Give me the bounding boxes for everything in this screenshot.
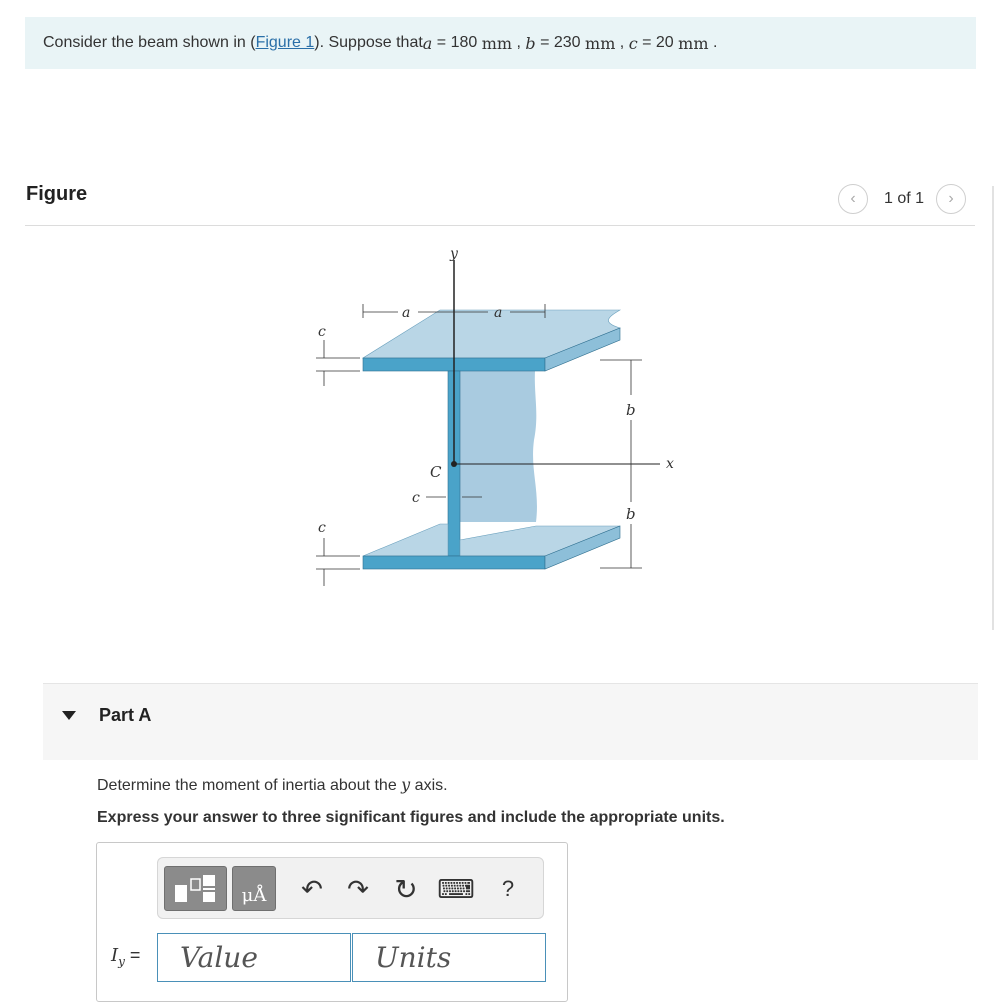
bottom-flange-surface: [362, 523, 449, 557]
value-placeholder: Value: [180, 941, 258, 974]
figure-divider: [25, 225, 975, 226]
var-c: c: [628, 33, 638, 53]
instruction-text: Express your answer to three significant…: [97, 809, 725, 826]
collapse-triangle-icon[interactable]: [62, 711, 76, 720]
units-input[interactable]: Units: [352, 933, 546, 982]
templates-icon: [175, 875, 215, 902]
reset-icon: ↻: [394, 873, 418, 905]
beam-diagram: y x C a a c c c b b: [316, 246, 674, 586]
question-var: y: [401, 775, 411, 794]
figure-link[interactable]: Figure 1: [256, 34, 315, 52]
redo-button[interactable]: ↷: [342, 873, 374, 905]
c-value: = 20: [637, 34, 679, 51]
templates-button[interactable]: [164, 866, 227, 911]
a-unit: mm: [481, 33, 513, 53]
var-sub-y: y: [118, 954, 125, 969]
figure-pager: ‹ 1 of 1 ›: [838, 183, 978, 215]
keyboard-button[interactable]: ⌨: [437, 873, 475, 905]
var-b: b: [525, 33, 536, 53]
equals-sign: =: [124, 945, 141, 965]
intro-middle: ). Suppose that: [314, 34, 423, 51]
figure-page-count: 1 of 1: [884, 190, 925, 207]
dim-c-web: c: [412, 490, 420, 506]
question-end: axis.: [410, 777, 448, 794]
problem-statement: Consider the beam shown in ( Figure 1 ).…: [25, 17, 976, 69]
a-value: = 180: [432, 34, 482, 51]
answer-variable-label: Iy =: [111, 945, 140, 969]
dim-a-left: a: [402, 305, 410, 321]
intro-prefix: Consider the beam shown in (: [43, 34, 256, 51]
redo-icon: ↷: [347, 873, 369, 904]
undo-icon: ↶: [301, 873, 323, 904]
help-icon: ?: [501, 876, 515, 901]
prev-figure-button[interactable]: ‹: [838, 184, 868, 214]
units-icon: μÅ: [241, 885, 267, 906]
math-toolbar: μÅ ↶ ↷ ↻ ⌨ ?: [157, 857, 544, 919]
intro-end: .: [708, 34, 718, 51]
question-prefix: Determine the moment of inertia about th…: [97, 777, 402, 794]
dim-a-right: a: [494, 305, 502, 321]
figure-title: Figure: [26, 183, 88, 205]
reset-button[interactable]: ↻: [390, 873, 422, 905]
part-a-header[interactable]: Part A: [43, 683, 978, 760]
separator: ,: [615, 34, 629, 51]
keyboard-icon: ⌨: [437, 873, 475, 904]
separator: ,: [512, 34, 526, 51]
b-value: = 230: [535, 34, 586, 51]
chevron-right-icon: ›: [948, 190, 954, 207]
beam-figure: y x C a a c c c b b: [300, 240, 700, 600]
part-a-label: Part A: [99, 705, 152, 725]
dim-c-top: c: [318, 324, 326, 340]
answer-box: μÅ ↶ ↷ ↻ ⌨ ? Iy = Value Units: [96, 842, 568, 1002]
var-a: a: [422, 33, 433, 53]
y-axis-label: y: [449, 246, 459, 262]
question-text: Determine the moment of inertia about th…: [97, 775, 448, 795]
web-face: [460, 360, 537, 522]
units-button[interactable]: μÅ: [232, 866, 276, 911]
centroid-label: C: [430, 463, 442, 481]
centroid-point: [451, 461, 457, 467]
x-axis-label: x: [666, 456, 674, 472]
bottom-flange-front: [362, 555, 546, 570]
dim-b-top: b: [626, 401, 636, 419]
b-unit: mm: [585, 33, 616, 53]
dim-c-bottom: c: [318, 520, 326, 536]
help-button[interactable]: ?: [492, 873, 524, 905]
c-unit: mm: [678, 33, 709, 53]
dim-b-bottom: b: [626, 505, 636, 523]
undo-button[interactable]: ↶: [296, 873, 328, 905]
units-placeholder: Units: [375, 941, 452, 974]
next-figure-button[interactable]: ›: [936, 184, 967, 214]
chevron-left-icon: ‹: [850, 190, 856, 207]
value-input[interactable]: Value: [157, 933, 351, 982]
